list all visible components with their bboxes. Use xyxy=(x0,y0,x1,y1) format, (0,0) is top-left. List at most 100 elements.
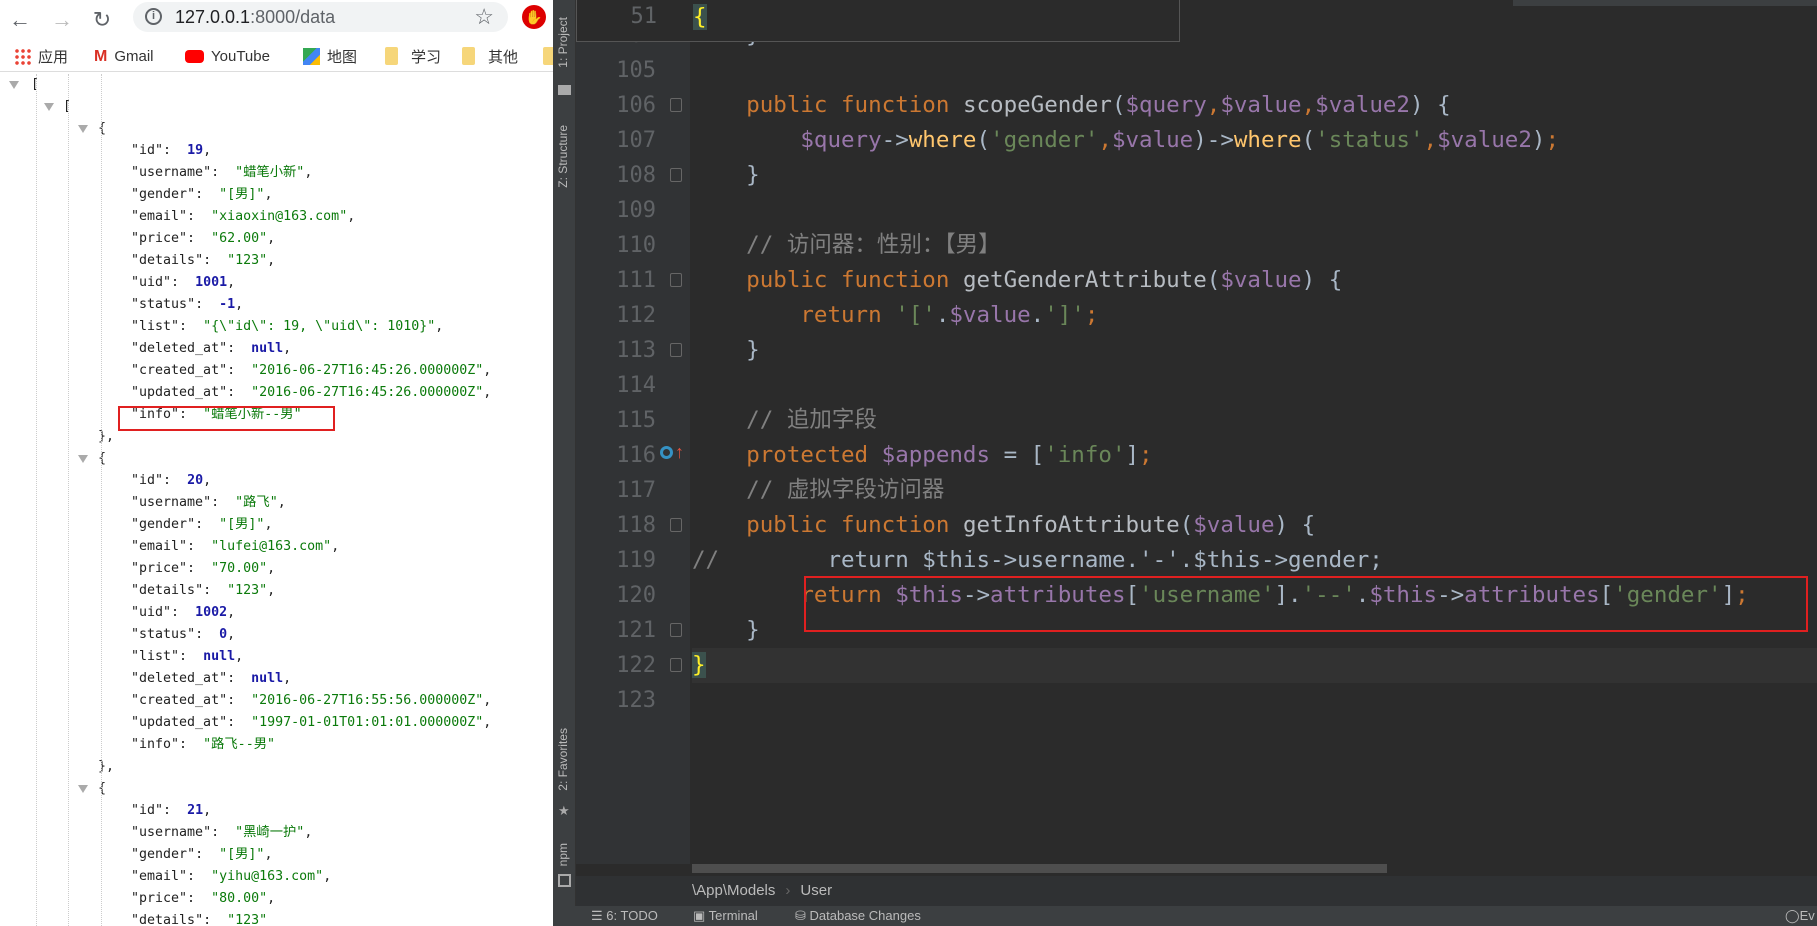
horizontal-scrollbar[interactable] xyxy=(692,864,1387,873)
json-object-open[interactable]: { xyxy=(0,448,553,470)
line-number[interactable]: 123 xyxy=(576,683,656,718)
collapse-triangle-icon[interactable] xyxy=(9,81,19,89)
json-root-bracket[interactable]: [ xyxy=(0,74,553,96)
breadcrumb-namespace[interactable]: \App\Models xyxy=(692,882,775,899)
code-line[interactable]: } xyxy=(692,158,1817,193)
fold-marker-icon[interactable] xyxy=(670,168,682,182)
json-key-text: updated_at xyxy=(139,385,220,400)
line-number[interactable]: 109 xyxy=(576,193,656,228)
json-key-text: details xyxy=(139,913,196,926)
override-icon[interactable] xyxy=(660,446,673,459)
line-number[interactable]: 118 xyxy=(576,508,656,543)
line-number[interactable]: 115 xyxy=(576,403,656,438)
code-token-pl: ) xyxy=(1531,127,1546,153)
back-icon[interactable]: ← xyxy=(6,6,34,34)
json-value: 2016-06-27T16:45:26.000000Z xyxy=(259,385,476,400)
collapse-triangle-icon[interactable] xyxy=(78,455,88,463)
implements-arrow-icon[interactable]: ↑ xyxy=(675,442,684,462)
code-editor[interactable]: } public function scopeGender($query,$va… xyxy=(692,0,1817,864)
code-token-var: $value xyxy=(1193,512,1275,538)
url-text[interactable]: 127.0.0.1:8000/data xyxy=(175,7,335,28)
code-line[interactable]: // 虚拟字段访问器 xyxy=(692,473,1817,508)
bookmark-apps[interactable]: 应用 xyxy=(14,46,68,66)
code-token-call: where xyxy=(908,127,977,153)
line-number[interactable]: 113 xyxy=(576,333,656,368)
address-bar[interactable]: i 127.0.0.1:8000/data ☆ xyxy=(133,2,508,32)
breadcrumb-class[interactable]: User xyxy=(800,882,832,899)
line-number[interactable]: 110 xyxy=(576,228,656,263)
line-number[interactable]: 105 xyxy=(576,53,656,88)
bookmark-maps[interactable]: 地图 xyxy=(303,46,357,66)
line-number[interactable]: 120 xyxy=(576,578,656,613)
collapse-triangle-icon[interactable] xyxy=(78,125,88,133)
fold-marker-icon[interactable] xyxy=(670,343,682,357)
collapse-triangle-icon[interactable] xyxy=(44,103,54,111)
event-log-tab[interactable]: ◯Ev xyxy=(1785,906,1815,926)
bottom-tool-bar: ☰ 6: TODO ▣ Terminal ⛁ Database Changes … xyxy=(553,906,1817,926)
code-line[interactable]: $query->where('gender',$value)->where('s… xyxy=(692,123,1817,158)
bookmark-folder-study[interactable]: 学习 xyxy=(385,46,441,66)
code-line[interactable]: // 访问器：性别：【男】 xyxy=(692,228,1817,263)
line-number[interactable]: 116 xyxy=(576,438,656,473)
structure-tab[interactable]: Z: Structure xyxy=(556,125,570,188)
code-line[interactable]: public function getInfoAttribute($value)… xyxy=(692,508,1817,543)
favorites-tab[interactable]: 2: Favorites xyxy=(556,728,570,791)
line-number[interactable]: 107 xyxy=(576,123,656,158)
database-changes-tab[interactable]: ⛁ Database Changes xyxy=(795,906,921,926)
code-line[interactable]: public function scopeGender($query,$valu… xyxy=(692,88,1817,123)
line-number[interactable]: 121 xyxy=(576,613,656,648)
code-line[interactable] xyxy=(692,53,1817,88)
forward-icon[interactable]: → xyxy=(48,6,76,34)
code-line[interactable]: protected $appends = ['info']; xyxy=(692,438,1817,473)
info-icon[interactable]: i xyxy=(145,8,162,25)
fold-marker-icon[interactable] xyxy=(670,623,682,637)
code-line[interactable] xyxy=(692,193,1817,228)
bookmark-gmail[interactable]: M Gmail xyxy=(94,46,154,66)
code-token-cm: // xyxy=(692,547,720,573)
project-tab[interactable]: 1: Project xyxy=(556,17,570,68)
line-number[interactable]: 111 xyxy=(576,263,656,298)
line-number[interactable]: 108 xyxy=(576,158,656,193)
reload-icon[interactable]: ↻ xyxy=(88,6,116,34)
code-line[interactable] xyxy=(692,683,1817,718)
line-number[interactable]: 119 xyxy=(576,543,656,578)
popup-code: { xyxy=(693,4,707,30)
indent-guide xyxy=(101,74,102,926)
json-object-open[interactable]: { xyxy=(0,778,553,800)
bookmark-youtube[interactable]: YouTube xyxy=(185,46,270,66)
code-token-fn: getInfoAttribute xyxy=(962,512,1180,538)
bookmark-folder-other[interactable]: 其他 xyxy=(462,46,518,66)
database-changes-label: Database Changes xyxy=(809,908,921,923)
json-field-details: "details": "123", xyxy=(0,250,553,272)
bookmark-star-icon[interactable]: ☆ xyxy=(474,4,494,30)
line-number[interactable]: 106 xyxy=(576,88,656,123)
fold-marker-icon[interactable] xyxy=(670,658,682,672)
json-key: "email": "xiaoxin@163.com", xyxy=(131,209,356,224)
code-line[interactable]: return '['.$value.']'; xyxy=(692,298,1817,333)
todo-tab[interactable]: ☰ 6: TODO xyxy=(591,906,658,926)
bookmark-folder-partial[interactable] xyxy=(543,46,553,66)
code-line[interactable]: } xyxy=(692,333,1817,368)
fold-marker-icon[interactable] xyxy=(670,98,682,112)
line-number[interactable]: 122 xyxy=(576,648,656,683)
json-field-info: "info": "路飞--男" xyxy=(0,734,553,756)
json-array-bracket[interactable]: [ xyxy=(0,96,553,118)
fold-marker-icon[interactable] xyxy=(670,273,682,287)
code-line[interactable] xyxy=(692,368,1817,403)
adblock-extension-icon[interactable]: ✋ xyxy=(522,5,546,29)
code-line[interactable]: // return $this->username.'-'.$this->gen… xyxy=(692,543,1817,578)
code-line[interactable]: // 追加字段 xyxy=(692,403,1817,438)
line-number[interactable]: 114 xyxy=(576,368,656,403)
json-key-text: username xyxy=(139,165,204,180)
code-line[interactable]: } xyxy=(692,648,1817,683)
json-field-email: "email": "lufei@163.com", xyxy=(0,536,553,558)
line-number[interactable]: 112 xyxy=(576,298,656,333)
line-number[interactable]: 117 xyxy=(576,473,656,508)
code-line[interactable]: public function getGenderAttribute($valu… xyxy=(692,263,1817,298)
terminal-tab[interactable]: ▣ Terminal xyxy=(693,906,758,926)
npm-tab[interactable]: npm xyxy=(556,843,570,866)
collapse-triangle-icon[interactable] xyxy=(78,785,88,793)
fold-marker-icon[interactable] xyxy=(670,518,682,532)
json-value: 80.00 xyxy=(219,891,260,906)
json-object-open[interactable]: { xyxy=(0,118,553,140)
